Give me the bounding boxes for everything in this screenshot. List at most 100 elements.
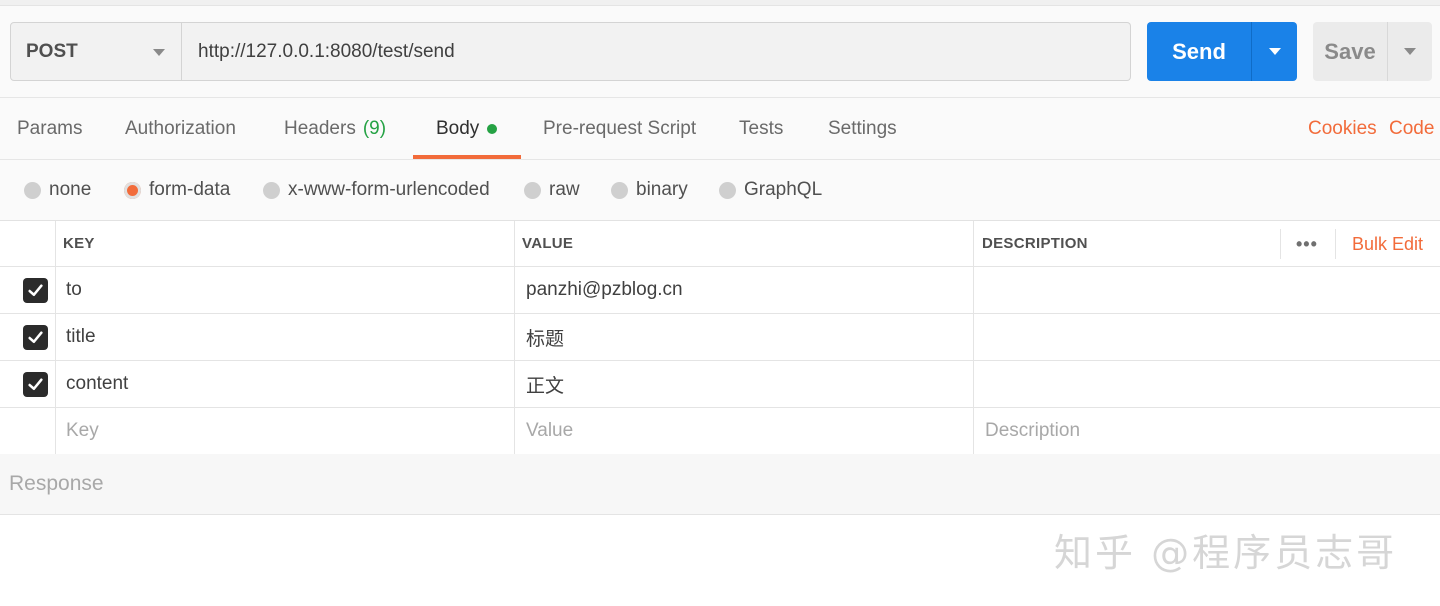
description-field[interactable] [985, 361, 1440, 407]
radio-label: none [49, 179, 92, 200]
radio-selected-icon [124, 181, 141, 199]
url-input[interactable]: http://127.0.0.1:8080/test/send [182, 22, 1131, 81]
tab-label: Headers [284, 117, 356, 139]
key-field[interactable]: content [66, 361, 128, 407]
row-checkbox[interactable] [23, 324, 48, 350]
column-divider [514, 314, 515, 360]
column-divider [514, 408, 515, 454]
send-button[interactable]: Send [1147, 22, 1251, 81]
code-link[interactable]: Code [1389, 98, 1434, 159]
check-icon [28, 330, 43, 343]
divider [1280, 229, 1281, 259]
radio-label: x-www-form-urlencoded [288, 179, 490, 200]
value-field[interactable]: panzhi@pzblog.cn [526, 267, 683, 313]
status-dot-icon [487, 123, 498, 134]
row-checkbox[interactable] [23, 277, 48, 303]
radio-label: raw [549, 179, 580, 200]
tab-label: Pre-request Script [543, 117, 697, 139]
response-label: Response [9, 472, 104, 495]
column-divider [55, 267, 56, 313]
column-divider [973, 361, 974, 407]
radio-form-data[interactable]: form-data [124, 160, 230, 220]
key-field[interactable]: title [66, 314, 96, 360]
column-divider [55, 361, 56, 407]
column-divider [55, 408, 56, 454]
radio-icon [524, 181, 541, 199]
column-header-value: VALUE [522, 235, 574, 252]
radio-label: GraphQL [744, 179, 823, 200]
radio-x-www-form-urlencoded[interactable]: x-www-form-urlencoded [263, 160, 490, 220]
value-field[interactable]: 标题 [526, 314, 564, 360]
radio-graphql[interactable]: GraphQL [719, 160, 822, 220]
save-label: Save [1324, 38, 1376, 64]
column-divider [514, 361, 515, 407]
save-button[interactable]: Save [1313, 22, 1387, 81]
tab-settings[interactable]: Settings [828, 98, 897, 159]
column-header-key: KEY [63, 235, 95, 252]
form-data-table: KEY VALUE DESCRIPTION ••• Bulk Edit to p… [0, 221, 1440, 455]
radio-raw[interactable]: raw [524, 160, 580, 220]
tab-body[interactable]: Body [436, 98, 498, 159]
column-divider [514, 221, 515, 266]
tab-tests[interactable]: Tests [739, 98, 783, 159]
body-type-selector: none form-data x-www-form-urlencoded raw… [0, 160, 1440, 220]
value-field[interactable]: 正文 [526, 361, 564, 407]
column-divider [973, 267, 974, 313]
method-select[interactable]: POST [10, 22, 182, 81]
top-border [0, 0, 1440, 6]
request-tabs: Params Authorization Headers (9) Body Pre… [0, 98, 1440, 159]
radio-icon [719, 181, 736, 199]
radio-icon [24, 181, 41, 199]
radio-icon [611, 181, 628, 199]
row-checkbox[interactable] [23, 371, 48, 397]
checkbox-cell [0, 267, 55, 313]
tab-label: Authorization [125, 117, 236, 139]
table-row: to panzhi@pzblog.cn [0, 267, 1440, 314]
tab-label: Params [17, 117, 83, 139]
column-divider [973, 221, 974, 266]
radio-label: binary [636, 179, 688, 200]
value-input[interactable]: Value [526, 408, 573, 454]
description-field[interactable] [985, 314, 1440, 360]
key-input[interactable]: Key [66, 408, 99, 454]
headers-count: (9) [362, 117, 387, 139]
chevron-down-icon [1404, 48, 1416, 55]
url-text: http://127.0.0.1:8080/test/send [198, 40, 455, 62]
response-panel-header[interactable]: Response [0, 454, 1440, 515]
column-divider [973, 314, 974, 360]
table-row: title 标题 [0, 314, 1440, 361]
check-icon [28, 377, 43, 390]
watermark: 知乎 @程序员志哥 [1054, 531, 1398, 575]
chevron-down-icon [153, 49, 165, 56]
description-input[interactable]: Description [985, 408, 1080, 454]
send-options-button[interactable] [1251, 22, 1297, 81]
check-icon [28, 283, 43, 296]
request-bar: POST http://127.0.0.1:8080/test/send Sen… [10, 22, 1432, 81]
send-label: Send [1172, 38, 1226, 64]
tab-authorization[interactable]: Authorization [125, 98, 236, 159]
column-divider [973, 408, 974, 454]
column-header-description: DESCRIPTION [982, 235, 1088, 252]
radio-icon [263, 181, 280, 199]
more-options-icon[interactable]: ••• [1296, 221, 1318, 267]
tab-headers[interactable]: Headers (9) [284, 98, 386, 159]
tab-params[interactable]: Params [17, 98, 82, 159]
chevron-down-icon [1269, 48, 1281, 55]
tab-label: Settings [828, 117, 897, 139]
tab-label: Body [436, 117, 480, 139]
description-field[interactable] [985, 267, 1440, 313]
table-row-new: Key Value Description [0, 408, 1440, 455]
radio-none[interactable]: none [24, 160, 91, 220]
key-field[interactable]: to [66, 267, 82, 313]
table-row: content 正文 [0, 361, 1440, 408]
cookies-link[interactable]: Cookies [1308, 98, 1377, 159]
table-header-row: KEY VALUE DESCRIPTION ••• Bulk Edit [0, 221, 1440, 267]
save-options-button[interactable] [1387, 22, 1432, 81]
column-divider [55, 314, 56, 360]
column-divider [514, 267, 515, 313]
divider [1335, 229, 1336, 259]
bulk-edit-link[interactable]: Bulk Edit [1352, 221, 1423, 267]
tab-pre-request-script[interactable]: Pre-request Script [543, 98, 696, 159]
radio-binary[interactable]: binary [611, 160, 688, 220]
method-label: POST [26, 40, 78, 62]
